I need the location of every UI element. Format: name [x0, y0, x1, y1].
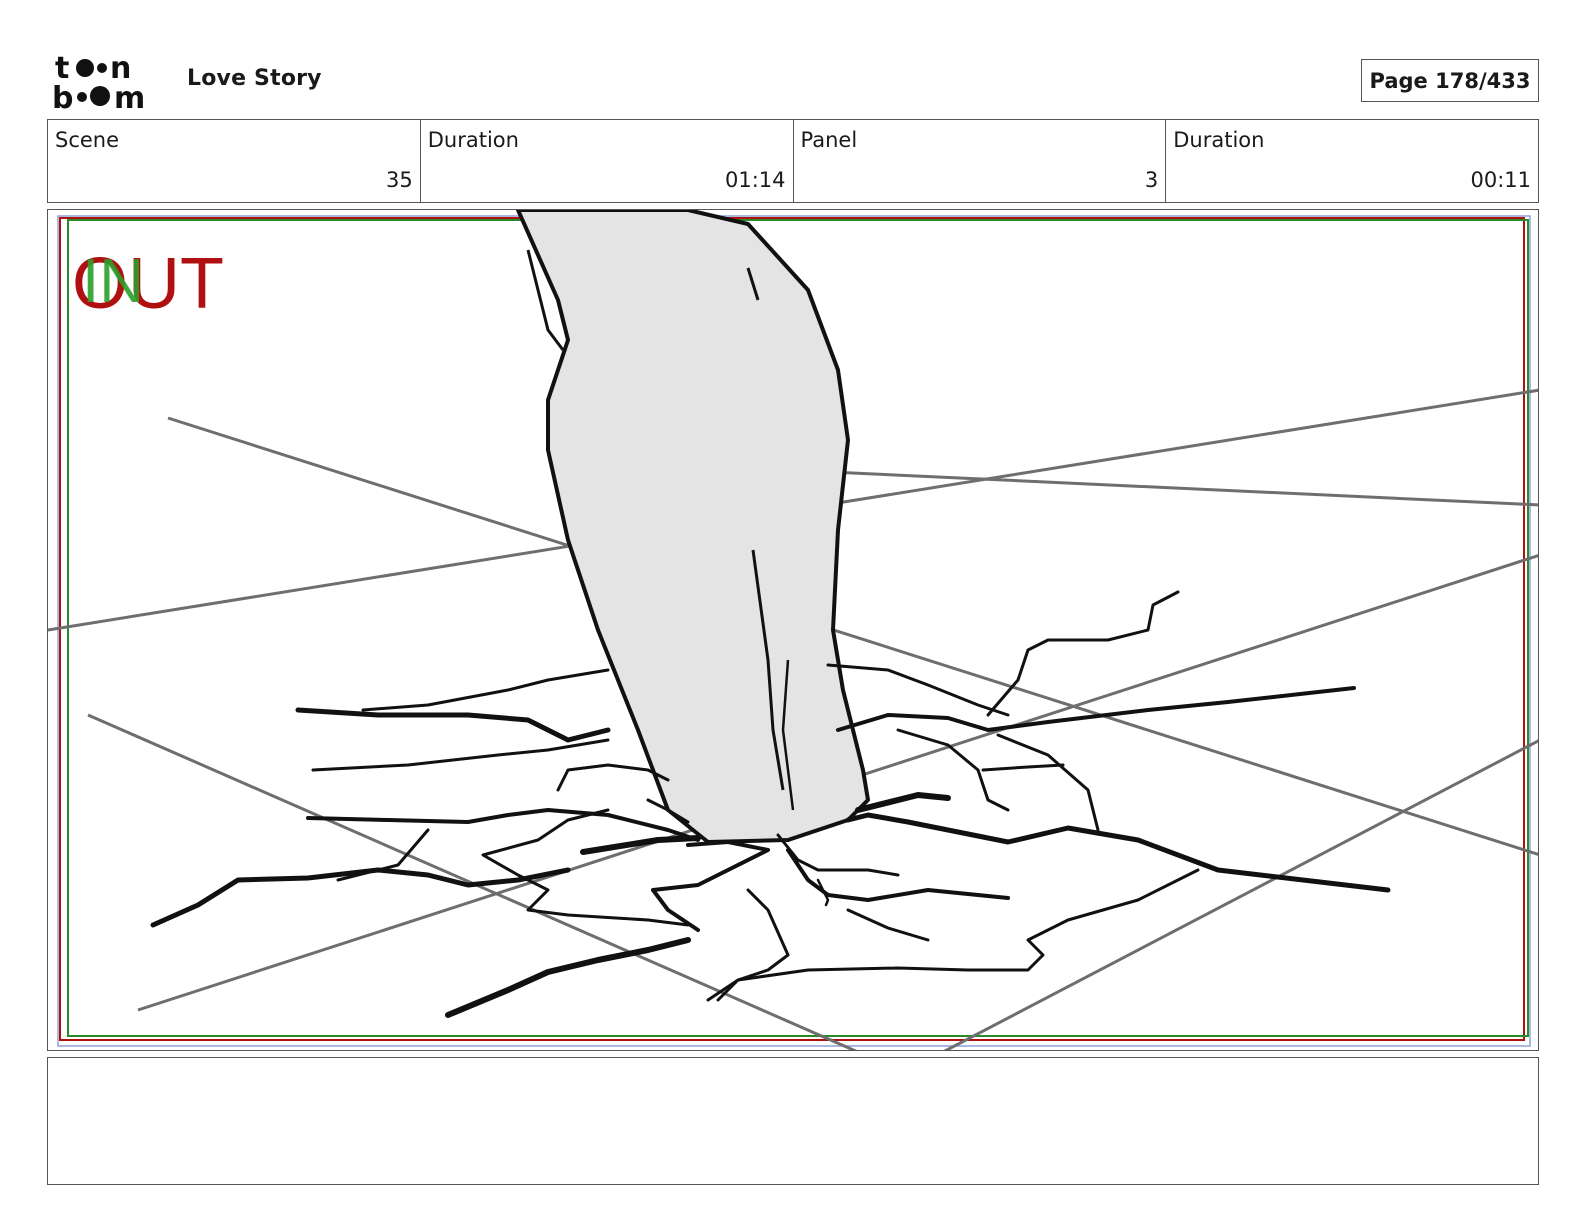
scene-label: Scene: [55, 128, 120, 152]
svg-text:b: b: [52, 81, 73, 112]
storyboard-panel: OUT IN: [47, 209, 1539, 1051]
svg-text:m: m: [114, 81, 145, 112]
panel-label: Panel: [800, 128, 858, 152]
panel-duration-value: 00:11: [1470, 168, 1531, 192]
toon-boom-logo-icon: t n b m: [52, 51, 145, 112]
panel-duration-label: Duration: [1173, 128, 1265, 152]
panel-cell: Panel 3: [794, 120, 1167, 202]
scene-duration-value: 01:14: [724, 168, 786, 192]
scene-duration-label: Duration: [427, 128, 519, 152]
page-indicator: Page 178/433: [1361, 59, 1539, 102]
panel-caption-box[interactable]: [47, 1057, 1539, 1185]
toon-boom-logo: t n b m: [52, 50, 164, 112]
scene-duration-cell: Duration 01:14: [421, 120, 794, 202]
scene-value: 35: [386, 168, 413, 192]
panel-value: 3: [1144, 168, 1159, 192]
scene-info-row: Scene 35 Duration 01:14 Panel 3 Duration…: [47, 119, 1539, 203]
panel-duration-cell: Duration 00:11: [1166, 120, 1538, 202]
page-indicator-label: Page 178/433: [1369, 68, 1531, 93]
scene-cell: Scene 35: [48, 120, 421, 202]
panel-sketch: OUT IN: [48, 210, 1538, 1050]
project-title: Love Story: [187, 66, 322, 91]
marker-in: IN: [82, 247, 144, 316]
